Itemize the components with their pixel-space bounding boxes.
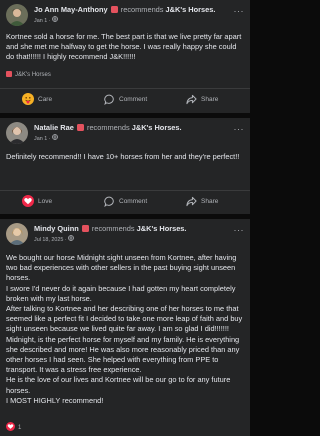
comment-label: Comment [119,95,148,103]
care-button[interactable]: Care [22,93,52,105]
review-post: Jo Ann May-Anthony recommends J&K's Hors… [0,0,250,113]
post-meta: Jan 1 · [34,16,58,24]
post-date[interactable]: Jan 1 [34,136,47,142]
more-options-icon[interactable]: ··· [234,124,245,134]
avatar[interactable] [6,4,28,26]
comment-label: Comment [119,197,148,205]
page-tag[interactable]: J&K's Horses [6,71,51,78]
love-button[interactable]: Love [22,195,52,207]
post-actions: Love Comment Share [0,190,250,210]
page-name-link[interactable]: J&K's Horses [137,224,185,233]
more-options-icon[interactable]: ··· [234,6,245,16]
comment-button[interactable]: Comment [104,195,147,207]
post-paragraph: After talking to Kortnee and her describ… [6,304,243,334]
post-header: Natalie Rae recommends J&K's Horses. Jan… [6,122,244,146]
post-title-line: Natalie Rae recommends J&K's Horses. [34,123,182,132]
heart-icon [6,422,15,431]
recommend-icon [81,225,89,232]
globe-icon [52,16,58,22]
post-paragraph: Midnight, is the perfect horse for mysel… [6,334,240,375]
globe-icon [68,235,75,241]
comment-button[interactable]: Comment [104,93,147,105]
recommends-label: recommends [91,224,135,233]
recommends-label: recommends [86,123,130,132]
post-paragraph: We bought our horse Midnight sight unsee… [6,253,237,283]
more-options-icon[interactable]: ··· [234,225,245,235]
reaction-summary[interactable]: 1 [6,422,21,431]
post-text: Definitely recommend!! I have 10+ horses… [6,152,240,161]
comment-icon [104,196,114,207]
heart-icon [22,195,34,207]
post-paragraph: I swore I'd never do it again because I … [6,283,236,303]
care-face-icon [22,93,34,105]
post-paragraph: He is the love of our lives and Kortnee … [6,375,231,395]
love-label: Love [38,197,53,205]
post-meta: Jan 1 · [34,134,58,142]
care-label: Care [38,95,53,103]
share-label: Share [201,95,219,103]
post-paragraph: I MOST HIGHLY recommend! [6,395,104,405]
post-title-line: Jo Ann May-Anthony recommends J&K's Hors… [34,5,216,14]
avatar[interactable] [6,122,28,144]
post-text: We bought our horse Midnight sight unsee… [6,253,244,406]
page-name-link[interactable]: J&K's Horses [132,123,180,132]
author-name[interactable]: Natalie Rae [34,123,74,132]
share-label: Share [201,197,219,205]
comment-icon [104,94,114,105]
post-actions: Care Comment Share [0,88,250,108]
share-button[interactable]: Share [186,93,218,105]
share-button[interactable]: Share [186,195,218,207]
page-tag-label: J&K's Horses [15,72,51,78]
post-meta: Jul 18, 2025 · [34,235,75,243]
share-icon [186,94,197,104]
reaction-count: 1 [18,425,22,431]
globe-icon [52,134,58,140]
author-name[interactable]: Jo Ann May-Anthony [34,5,108,14]
post-date[interactable]: Jul 18, 2025 [34,237,63,243]
page-tag-icon [6,71,12,77]
share-icon [186,196,197,206]
review-post: Natalie Rae recommends J&K's Horses. Jan… [0,118,250,214]
recommends-label: recommends [120,5,164,14]
avatar[interactable] [6,223,28,245]
recommend-icon [110,6,118,13]
post-header: Mindy Quinn recommends J&K's Horses. Jul… [6,223,244,247]
page-name-link[interactable]: J&K's Horses [166,5,214,14]
recommend-icon [76,124,84,131]
post-title-line: Mindy Quinn recommends J&K's Horses. [34,224,187,233]
author-name[interactable]: Mindy Quinn [34,224,79,233]
review-post: Mindy Quinn recommends J&K's Horses. Jul… [0,219,250,436]
post-text: Kortnee sold a horse for me. The best pa… [6,32,242,62]
post-header: Jo Ann May-Anthony recommends J&K's Hors… [6,4,244,28]
post-date[interactable]: Jan 1 [34,18,47,24]
